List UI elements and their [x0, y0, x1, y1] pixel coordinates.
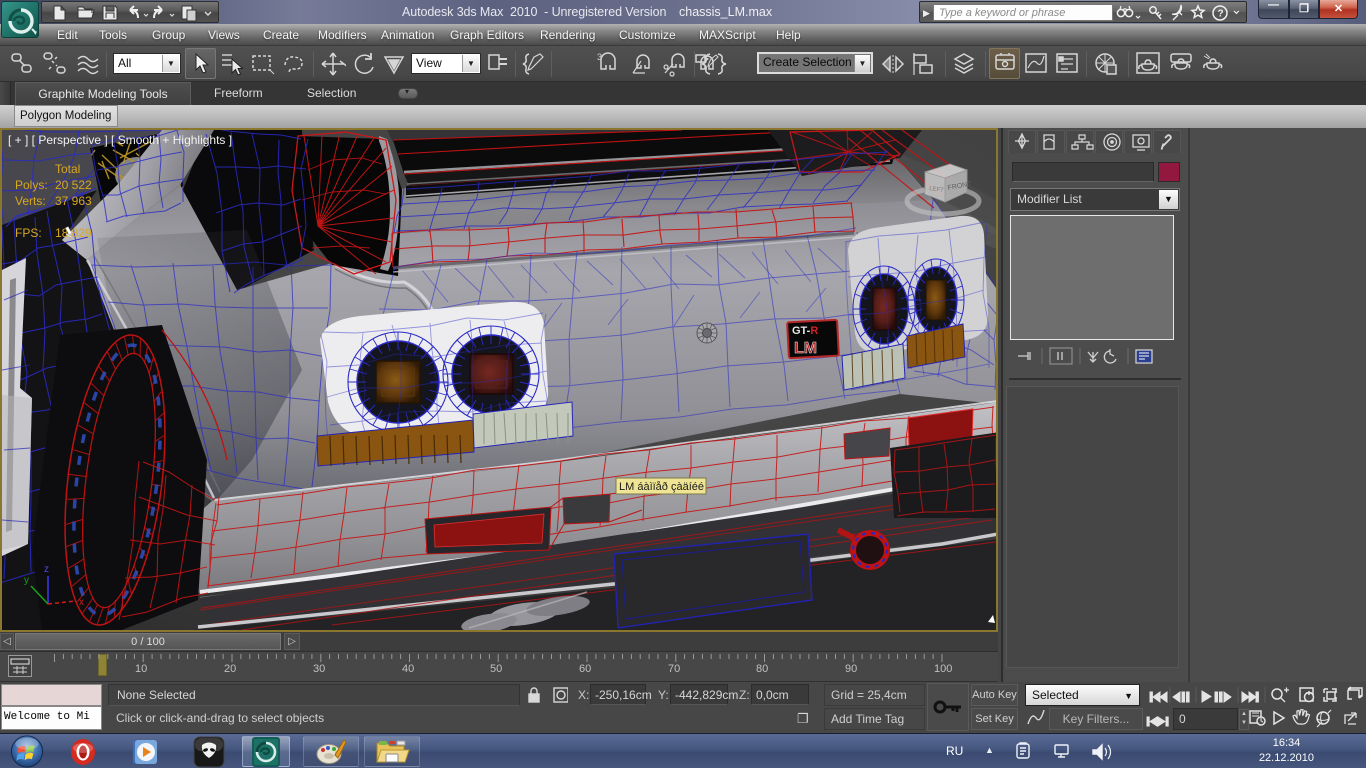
svg-text:3: 3	[597, 52, 602, 62]
svg-text:?: ?	[1218, 9, 1224, 20]
svg-text:FPS:: FPS:	[15, 226, 42, 240]
svg-text:LM: LM	[794, 340, 817, 357]
svg-text:z: z	[44, 564, 49, 575]
svg-text:18,829: 18,829	[55, 226, 92, 240]
svg-text:GT-R: GT-R	[792, 325, 818, 337]
svg-text:x: x	[79, 597, 84, 608]
svg-text:Polys:: Polys:	[15, 178, 48, 192]
svg-text:LM áàìïåð çàäíéé: LM áàìïåð çàäíéé	[619, 481, 704, 493]
svg-text:y: y	[24, 575, 29, 586]
svg-text:[ + ] [ Perspective ] [ Smooth: [ + ] [ Perspective ] [ Smooth + Highlig…	[8, 133, 232, 147]
svg-text:37 963: 37 963	[55, 194, 92, 208]
svg-text:Verts:: Verts:	[15, 194, 46, 208]
svg-text:20 522: 20 522	[55, 178, 92, 192]
svg-text:Total: Total	[55, 162, 80, 176]
